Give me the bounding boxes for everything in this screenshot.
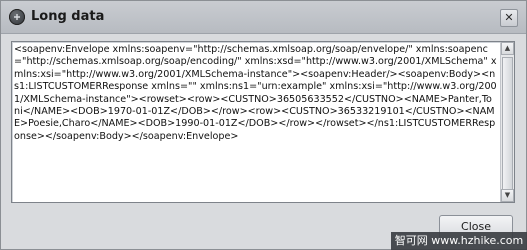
long-data-dialog: Long data ✕ <soapenv:Envelope xmlns:soap…: [0, 0, 527, 250]
title-bar[interactable]: Long data ✕: [1, 1, 526, 34]
site-watermark: 智可网 www.hzhike.com: [391, 232, 527, 250]
vertical-scrollbar[interactable]: ▲ ▼: [500, 42, 514, 202]
scroll-up-button[interactable]: ▲: [501, 42, 514, 55]
close-icon[interactable]: ✕: [500, 9, 518, 27]
app-badge-icon: [9, 9, 25, 25]
scroll-thumb[interactable]: [502, 57, 513, 192]
long-data-textarea-container[interactable]: <soapenv:Envelope xmlns:soapenv="http://…: [11, 41, 515, 203]
dialog-title: Long data: [31, 9, 105, 24]
scroll-down-button[interactable]: ▼: [501, 189, 514, 202]
long-data-text[interactable]: <soapenv:Envelope xmlns:soapenv="http://…: [12, 42, 500, 202]
